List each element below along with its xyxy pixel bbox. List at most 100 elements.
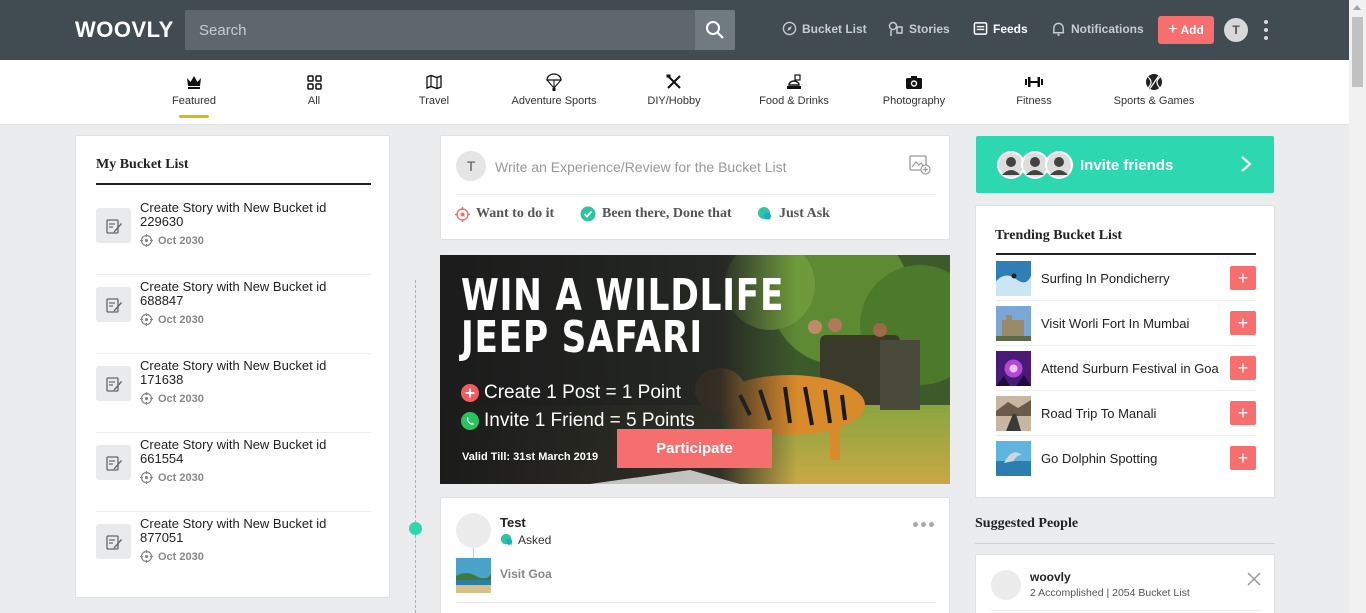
category-featured[interactable]: Featured [134, 60, 254, 125]
trending-label: Visit Worli Fort In Mumbai [1041, 316, 1190, 331]
composer-input[interactable]: Write an Experience/Review for the Bucke… [495, 159, 787, 175]
scroll-up-arrow-icon[interactable] [1353, 5, 1361, 10]
category-label: Travel [418, 95, 450, 107]
add-photo-icon[interactable] [909, 155, 931, 180]
dumbbell-icon [1025, 77, 1043, 87]
bucket-list-item[interactable]: Create Story with New Bucket id 877051 O… [96, 512, 371, 591]
active-underline [179, 115, 209, 118]
add-button[interactable]: + Add [1158, 16, 1214, 44]
banner-headline-line-1: WIN A WILDLIFE [461, 270, 785, 321]
post-action-label: Asked [518, 533, 552, 547]
category-all[interactable]: All [254, 60, 374, 125]
my-bucket-list-card: My Bucket List Create Story with New Buc… [75, 135, 390, 598]
camera-icon [906, 75, 922, 89]
trending-item[interactable]: Surfing In Pondicherry + [996, 256, 1256, 301]
trending-item[interactable]: Go Dolphin Spotting + [996, 436, 1256, 481]
category-label: Adventure Sports [511, 95, 597, 107]
person-name[interactable]: woovly [1030, 570, 1071, 584]
nav-bucket-list[interactable]: Bucket List [782, 21, 867, 36]
nav-stories[interactable]: Stories [888, 21, 950, 37]
banner-headline: WIN A WILDLIFE JEEP SAFARI [461, 270, 785, 363]
category-diy-hobby[interactable]: DIY/Hobby [614, 60, 734, 125]
participate-button[interactable]: Participate [617, 429, 772, 468]
category-label: DIY/Hobby [647, 95, 701, 107]
trending-item[interactable]: Attend Surburn Festival in Goa + [996, 346, 1256, 391]
edit-note-icon [96, 366, 131, 401]
option-label: Just Ask [779, 206, 830, 221]
date-label: Oct 2030 [158, 234, 204, 247]
user-avatar[interactable]: T [1224, 18, 1248, 42]
trending-item[interactable]: Visit Worli Fort In Mumbai + [996, 301, 1256, 346]
nav-feeds[interactable]: Feeds [973, 21, 1028, 36]
category-photography[interactable]: Photography [854, 60, 974, 125]
post-bucket-thumbnail[interactable] [456, 558, 491, 593]
bucket-item-date: Oct 2030 [140, 234, 204, 247]
category-adventure-sports[interactable]: Adventure Sports [494, 60, 614, 125]
option-label: Been there, Done that [602, 206, 732, 221]
add-button-label: Add [1180, 23, 1204, 37]
add-trending-button[interactable]: + [1230, 311, 1256, 335]
feeds-icon [973, 22, 988, 35]
trending-item[interactable]: Road Trip To Manali + [996, 391, 1256, 436]
food-icon [787, 74, 801, 89]
close-icon[interactable] [1247, 572, 1261, 591]
bucket-item-title: Create Story with New Bucket id 171638 [140, 358, 327, 387]
trending-label: Attend Surburn Festival in Goa [1041, 361, 1219, 376]
more-menu-icon[interactable] [1260, 20, 1272, 40]
category-food-drinks[interactable]: Food & Drinks [734, 60, 854, 125]
edit-note-icon [96, 524, 131, 559]
bucket-item-date: Oct 2030 [140, 471, 204, 484]
category-sports-games[interactable]: Sports & Games [1094, 60, 1214, 125]
promo-banner[interactable]: WIN A WILDLIFE JEEP SAFARI Create 1 Post… [440, 255, 950, 484]
category-label: All [307, 95, 321, 107]
plus-icon: + [1168, 21, 1178, 38]
check-circle-icon [580, 206, 596, 222]
bucket-list-item[interactable]: Create Story with New Bucket id 171638 O… [96, 354, 371, 433]
search-button[interactable] [695, 10, 735, 50]
target-icon [140, 550, 153, 563]
post-username[interactable]: Test [500, 515, 526, 530]
page-scrollbar[interactable] [1349, 0, 1366, 613]
stories-icon [888, 21, 903, 36]
category-fitness[interactable]: Fitness [974, 60, 1094, 125]
invite-friends-button[interactable]: Invite friends [976, 136, 1274, 193]
bucket-list-item[interactable]: Create Story with New Bucket id 688847 O… [96, 275, 371, 354]
chat-bubble-icon [500, 533, 513, 546]
category-travel[interactable]: Travel [374, 60, 494, 125]
bucket-list-item[interactable]: Create Story with New Bucket id 229630 O… [96, 196, 371, 275]
date-label: Oct 2030 [158, 392, 204, 405]
woovly-logo[interactable]: WOOVLY [75, 17, 174, 43]
ball-icon [1146, 74, 1162, 90]
festival-thumbnail [996, 351, 1031, 386]
title-divider [96, 183, 371, 185]
category-bar: Featured All Travel Adventure Sports DIY… [0, 60, 1366, 125]
add-trending-button[interactable]: + [1230, 446, 1256, 470]
trending-label: Road Trip To Manali [1041, 406, 1157, 421]
target-icon [140, 234, 153, 247]
just-ask-option[interactable]: Just Ask [757, 206, 830, 222]
dolphin-thumbnail [996, 441, 1031, 476]
post-connector [473, 548, 474, 558]
person-stats: 2 Accomplished | 2054 Bucket List [1030, 587, 1190, 599]
banner-headline-line-2: JEEP SAFARI [461, 312, 703, 363]
search-input[interactable] [185, 10, 695, 50]
post-more-icon[interactable] [913, 522, 934, 527]
edit-note-icon [96, 445, 131, 480]
add-trending-button[interactable]: + [1230, 266, 1256, 290]
want-to-do-it-option[interactable]: Want to do it [455, 206, 554, 222]
nav-notifications[interactable]: Notifications [1051, 21, 1144, 37]
add-trending-button[interactable]: + [1230, 401, 1256, 425]
option-label: Want to do it [476, 206, 555, 221]
banner-line-1-text: Create 1 Post = 1 Point [484, 382, 681, 403]
date-label: Oct 2030 [158, 550, 204, 563]
trending-label: Surfing In Pondicherry [1041, 271, 1170, 286]
category-label: Fitness [1016, 95, 1052, 107]
post-avatar[interactable] [456, 513, 491, 548]
add-trending-button[interactable]: + [1230, 356, 1256, 380]
been-there-option[interactable]: Been there, Done that [580, 206, 732, 222]
scrollbar-thumb[interactable] [1352, 17, 1363, 87]
post-bucket-title[interactable]: Visit Goa [500, 567, 552, 581]
person-avatar[interactable] [991, 570, 1021, 600]
bell-icon [1052, 22, 1065, 37]
bucket-list-item[interactable]: Create Story with New Bucket id 661554 O… [96, 433, 371, 512]
